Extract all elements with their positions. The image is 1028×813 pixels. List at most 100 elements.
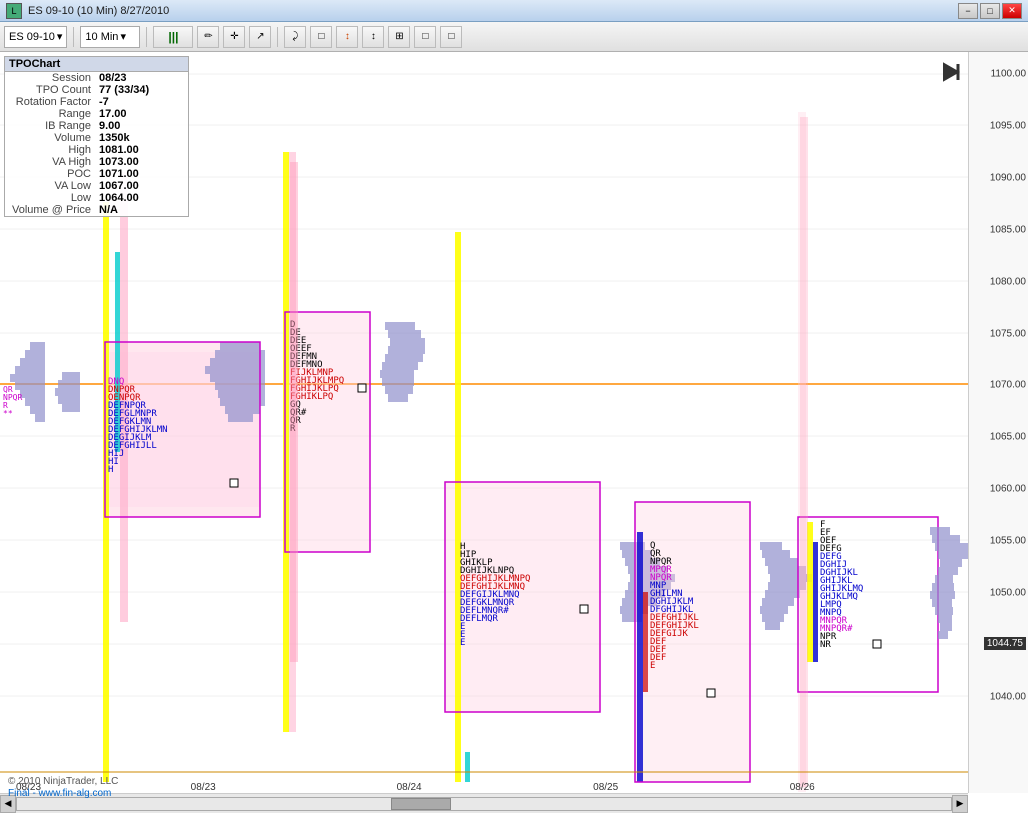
window-title: ES 09-10 (10 Min) 8/27/2010 (28, 5, 958, 17)
date-label-0826: 08/26 (790, 782, 815, 793)
label-high: High (5, 144, 95, 156)
copyright-text: © 2010 NinjaTrader, LLC (8, 776, 118, 787)
timeframe-label: 10 Min (85, 31, 118, 43)
price-axis: 1100.00 1095.00 1090.00 1085.00 1080.00 … (968, 52, 1028, 793)
info-row-low: Low 1064.00 (5, 192, 188, 204)
toolbar: ES 09-10 ▾ 10 Min ▾ ||| ✏ ✛ ↗ ⤸ □ ↕ ↕ ⊞ … (0, 22, 1028, 52)
value-volume: 1350k (95, 132, 188, 144)
label-va-high: VA High (5, 156, 95, 168)
info-row-tpo-count: TPO Count 77 (33/34) (5, 84, 188, 96)
info-row-rotation: Rotation Factor -7 (5, 96, 188, 108)
scroll-right-button[interactable]: ▶ (952, 795, 968, 813)
value-va-low: 1067.00 (95, 180, 188, 192)
scale-button[interactable]: ↕ (336, 26, 358, 48)
indicator-button[interactable]: ||| (153, 26, 193, 48)
value-high: 1081.00 (95, 144, 188, 156)
value-poc: 1071.00 (95, 168, 188, 180)
label-poc: POC (5, 168, 95, 180)
scrollbar[interactable]: ◀ 08/23 08/23 08/24 08/25 08/26 ▶ (0, 793, 968, 813)
value-ib-range: 9.00 (95, 120, 188, 132)
info-row-vol-price: Volume @ Price N/A (5, 204, 188, 216)
instrument-selector[interactable]: ES 09-10 ▾ (4, 26, 67, 48)
close-button[interactable]: ✕ (1002, 3, 1022, 19)
draw-pencil-button[interactable]: ✏ (197, 26, 219, 48)
price-1060: 1060.00 (990, 484, 1026, 495)
timeframe-selector[interactable]: 10 Min ▾ (80, 26, 140, 48)
price-1050: 1050.00 (990, 587, 1026, 598)
crosshair-button[interactable]: ✛ (223, 26, 245, 48)
value-range: 17.00 (95, 108, 188, 120)
maximize-button[interactable]: □ (980, 3, 1000, 19)
info-row-ib-range: IB Range 9.00 (5, 120, 188, 132)
date-label-0823: 08/23 (191, 782, 216, 793)
instrument-label: ES 09-10 (9, 31, 55, 43)
svg-text:**: ** (3, 409, 13, 418)
chart-area: TPOChart Session 08/23 TPO Count 77 (33/… (0, 52, 1028, 813)
scale-button-2[interactable]: ↕ (362, 26, 384, 48)
toolbar-separator-2 (146, 27, 147, 47)
price-1075: 1075.00 (990, 328, 1026, 339)
price-1080: 1080.00 (990, 276, 1026, 287)
label-volume: Volume (5, 132, 95, 144)
info-row-range: Range 17.00 (5, 108, 188, 120)
label-tpo-count: TPO Count (5, 84, 95, 96)
price-1070: 1070.00 (990, 380, 1026, 391)
value-vol-price: N/A (95, 204, 188, 216)
toolbar-separator-1 (73, 27, 74, 47)
info-table: Session 08/23 TPO Count 77 (33/34) Rotat… (5, 72, 188, 216)
value-va-high: 1073.00 (95, 156, 188, 168)
svg-text:E: E (460, 638, 465, 648)
svg-text:NR: NR (820, 640, 831, 650)
export-button[interactable]: □ (414, 26, 436, 48)
price-1055: 1055.00 (990, 536, 1026, 547)
date-label-0825: 08/25 (593, 782, 618, 793)
label-vol-price: Volume @ Price (5, 204, 95, 216)
price-1040: 1040.00 (990, 691, 1026, 702)
label-range: Range (5, 108, 95, 120)
price-1100: 1100.00 (991, 69, 1026, 80)
minimize-button[interactable]: − (958, 3, 978, 19)
svg-text:DEFLMQR: DEFLMQR (460, 614, 499, 624)
svg-text:E: E (650, 661, 655, 671)
settings-button[interactable]: □ (440, 26, 462, 48)
value-tpo-count: 77 (33/34) (95, 84, 188, 96)
scroll-thumb[interactable] (391, 798, 451, 810)
label-session: Session (5, 72, 95, 84)
label-rotation: Rotation Factor (5, 96, 95, 108)
info-panel: TPOChart Session 08/23 TPO Count 77 (33/… (4, 56, 189, 217)
info-row-va-low: VA Low 1067.00 (5, 180, 188, 192)
info-row-va-high: VA High 1073.00 (5, 156, 188, 168)
price-1090: 1090.00 (990, 172, 1026, 183)
scroll-track[interactable]: 08/23 08/23 08/24 08/25 08/26 (16, 797, 952, 811)
date-label-0824: 08/24 (397, 782, 422, 793)
play-button[interactable] (938, 60, 962, 84)
info-row-volume: Volume 1350k (5, 132, 188, 144)
price-1065: 1065.00 (990, 432, 1026, 443)
svg-text:H: H (108, 465, 113, 475)
value-low: 1064.00 (95, 192, 188, 204)
chart-type-button[interactable]: □ (310, 26, 332, 48)
window-controls: − □ ✕ (958, 3, 1022, 19)
arrow-button[interactable]: ↗ (249, 26, 271, 48)
website-link[interactable]: Final - www.fin-alg.com (8, 788, 111, 799)
price-1095: 1095.00 (990, 121, 1026, 132)
info-row-poc: POC 1071.00 (5, 168, 188, 180)
svg-text:DNQ: DNQ (108, 377, 124, 387)
value-rotation: -7 (95, 96, 188, 108)
zoom-button[interactable]: ⤸ (284, 26, 306, 48)
current-price-badge: 1044.75 (984, 637, 1026, 650)
label-low: Low (5, 192, 95, 204)
grid-button[interactable]: ⊞ (388, 26, 410, 48)
dropdown-arrow-2: ▾ (120, 30, 126, 43)
dropdown-arrow: ▾ (57, 30, 63, 43)
titlebar: L ES 09-10 (10 Min) 8/27/2010 − □ ✕ (0, 0, 1028, 22)
label-ib-range: IB Range (5, 120, 95, 132)
label-va-low: VA Low (5, 180, 95, 192)
price-1085: 1085.00 (990, 224, 1026, 235)
toolbar-separator-3 (277, 27, 278, 47)
l-button[interactable]: L (6, 3, 22, 19)
info-row-session: Session 08/23 (5, 72, 188, 84)
info-row-high: High 1081.00 (5, 144, 188, 156)
value-session: 08/23 (95, 72, 188, 84)
panel-title: TPOChart (5, 57, 188, 72)
